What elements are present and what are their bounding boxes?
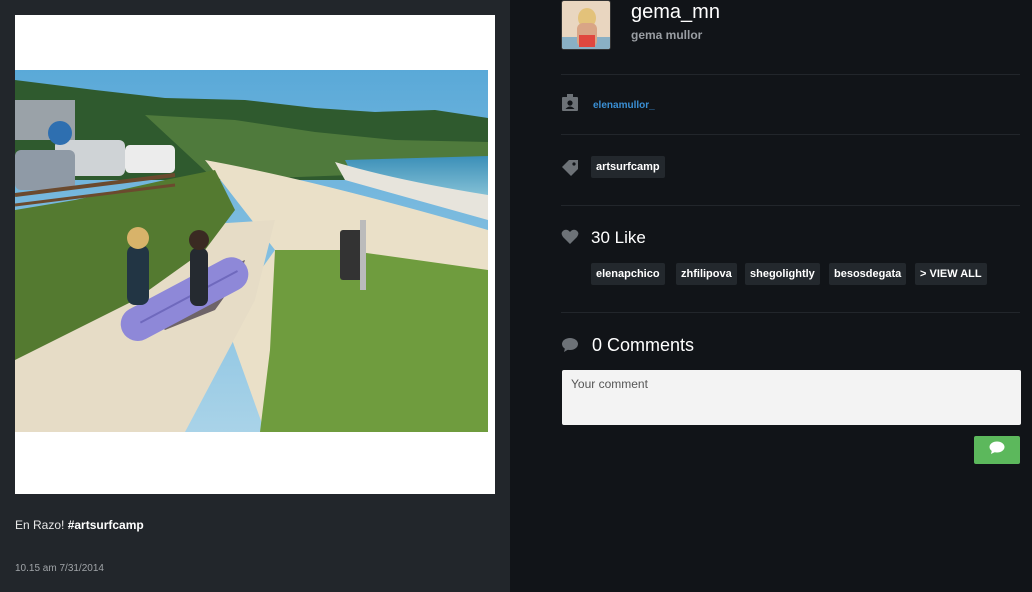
owner-link[interactable]: elenamullor_ xyxy=(593,100,655,111)
divider xyxy=(561,312,1020,313)
photo-panel: En Razo! #artsurfcamp 10.15 am 7/31/2014 xyxy=(0,0,510,592)
divider xyxy=(561,205,1020,206)
full-name: gema mullor xyxy=(631,28,703,42)
liker-chip[interactable]: zhfilipova xyxy=(676,263,737,285)
likes-count: 30 Like xyxy=(591,228,646,247)
tag-chip[interactable]: artsurfcamp xyxy=(591,156,665,178)
tag-icon xyxy=(561,159,579,182)
user-card-icon xyxy=(561,94,579,117)
caption-text: En Razo! xyxy=(15,518,68,532)
username[interactable]: gema_mn xyxy=(631,1,720,24)
post-photo[interactable] xyxy=(15,70,488,432)
view-all-likes-button[interactable]: > VIEW ALL xyxy=(915,263,987,285)
comment-bubble-icon xyxy=(561,337,579,358)
heart-icon xyxy=(561,229,579,250)
avatar[interactable] xyxy=(561,0,611,50)
post-caption: En Razo! #artsurfcamp xyxy=(15,518,144,532)
comments-count: 0 Comments xyxy=(592,335,695,355)
caption-hashtag-link[interactable]: #artsurfcamp xyxy=(68,518,144,532)
liker-chip[interactable]: besosdegata xyxy=(829,263,907,285)
post-details-panel: gema_mn gema mullor elenamullor_ artsurf… xyxy=(510,0,1032,592)
liker-chip[interactable]: shegolightly xyxy=(745,263,820,285)
comment-input[interactable] xyxy=(562,370,1021,425)
submit-comment-button[interactable] xyxy=(974,436,1020,464)
liker-chip[interactable]: elenapchico xyxy=(591,263,665,285)
photo-frame xyxy=(15,15,495,494)
divider xyxy=(561,134,1020,135)
divider xyxy=(561,74,1020,75)
post-timestamp: 10.15 am 7/31/2014 xyxy=(15,563,104,574)
comment-bubble-icon xyxy=(989,441,1005,460)
